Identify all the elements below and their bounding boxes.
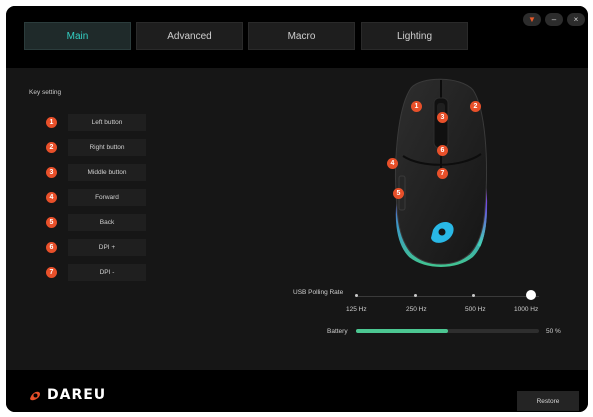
- mouse-badge-5: 5: [393, 188, 404, 199]
- battery-bar: [356, 329, 539, 333]
- app-window: Main Advanced Macro Lighting ▼ – × Key s…: [6, 6, 588, 412]
- key-number-badge: 1: [46, 117, 57, 128]
- polling-option-250[interactable]: 250 Hz: [406, 306, 427, 313]
- polling-rate-slider-knob[interactable]: [526, 290, 536, 300]
- mouse-badge-6: 6: [437, 145, 448, 156]
- tab-macro[interactable]: Macro: [248, 22, 355, 50]
- polling-rate-slider-track[interactable]: [356, 296, 539, 297]
- mouse-badge-7: 7: [437, 168, 448, 179]
- key-row-right-button: 2 Right button: [46, 139, 156, 156]
- middle-button-key[interactable]: Middle button: [68, 164, 146, 181]
- key-number-badge: 4: [46, 192, 57, 203]
- polling-option-500[interactable]: 500 Hz: [465, 306, 486, 313]
- restore-button[interactable]: Restore: [517, 391, 579, 411]
- left-button-key[interactable]: Left button: [68, 114, 146, 131]
- key-row-dpi-minus: 7 DPI -: [46, 264, 156, 281]
- mouse-badge-1: 1: [411, 101, 422, 112]
- key-row-dpi-plus: 6 DPI +: [46, 239, 156, 256]
- back-key[interactable]: Back: [68, 214, 146, 231]
- polling-option-1000[interactable]: 1000 Hz: [514, 306, 538, 313]
- polling-rate-label: USB Polling Rate: [293, 289, 344, 296]
- key-number-badge: 7: [46, 267, 57, 278]
- key-number-badge: 5: [46, 217, 57, 228]
- right-button-key[interactable]: Right button: [68, 139, 146, 156]
- tab-lighting[interactable]: Lighting: [361, 22, 468, 50]
- header: Main Advanced Macro Lighting ▼ – ×: [6, 6, 588, 68]
- key-setting-title: Key setting: [29, 89, 62, 96]
- mouse-badge-3: 3: [437, 112, 448, 123]
- minimize-button[interactable]: –: [545, 13, 563, 26]
- brand-name: DAREU: [47, 387, 107, 403]
- polling-tick[interactable]: [414, 294, 417, 297]
- forward-key[interactable]: Forward: [68, 189, 146, 206]
- key-row-middle-button: 3 Middle button: [46, 164, 156, 181]
- battery-bar-fill: [356, 329, 448, 333]
- tab-main[interactable]: Main: [24, 22, 131, 50]
- triangle-down-icon[interactable]: ▼: [523, 13, 541, 26]
- footer: DAREU Restore: [6, 370, 588, 412]
- polling-tick[interactable]: [472, 294, 475, 297]
- mouse-badge-2: 2: [470, 101, 481, 112]
- mouse-image: 1 2 3 4 5 6 7: [381, 68, 501, 273]
- polling-tick[interactable]: [355, 294, 358, 297]
- key-row-left-button: 1 Left button: [46, 114, 156, 131]
- dpi-minus-key[interactable]: DPI -: [68, 264, 146, 281]
- polling-option-125[interactable]: 125 Hz: [346, 306, 367, 313]
- key-row-forward: 4 Forward: [46, 189, 156, 206]
- key-number-badge: 3: [46, 167, 57, 178]
- mouse-badge-4: 4: [387, 158, 398, 169]
- key-row-back: 5 Back: [46, 214, 156, 231]
- key-number-badge: 2: [46, 142, 57, 153]
- dareu-logo-icon: [30, 391, 40, 401]
- dpi-plus-key[interactable]: DPI +: [68, 239, 146, 256]
- battery-label: Battery: [327, 328, 348, 335]
- tab-advanced[interactable]: Advanced: [136, 22, 243, 50]
- battery-value: 50 %: [546, 328, 561, 335]
- close-button[interactable]: ×: [567, 13, 585, 26]
- key-number-badge: 6: [46, 242, 57, 253]
- dareu-logo: DAREU: [28, 387, 106, 403]
